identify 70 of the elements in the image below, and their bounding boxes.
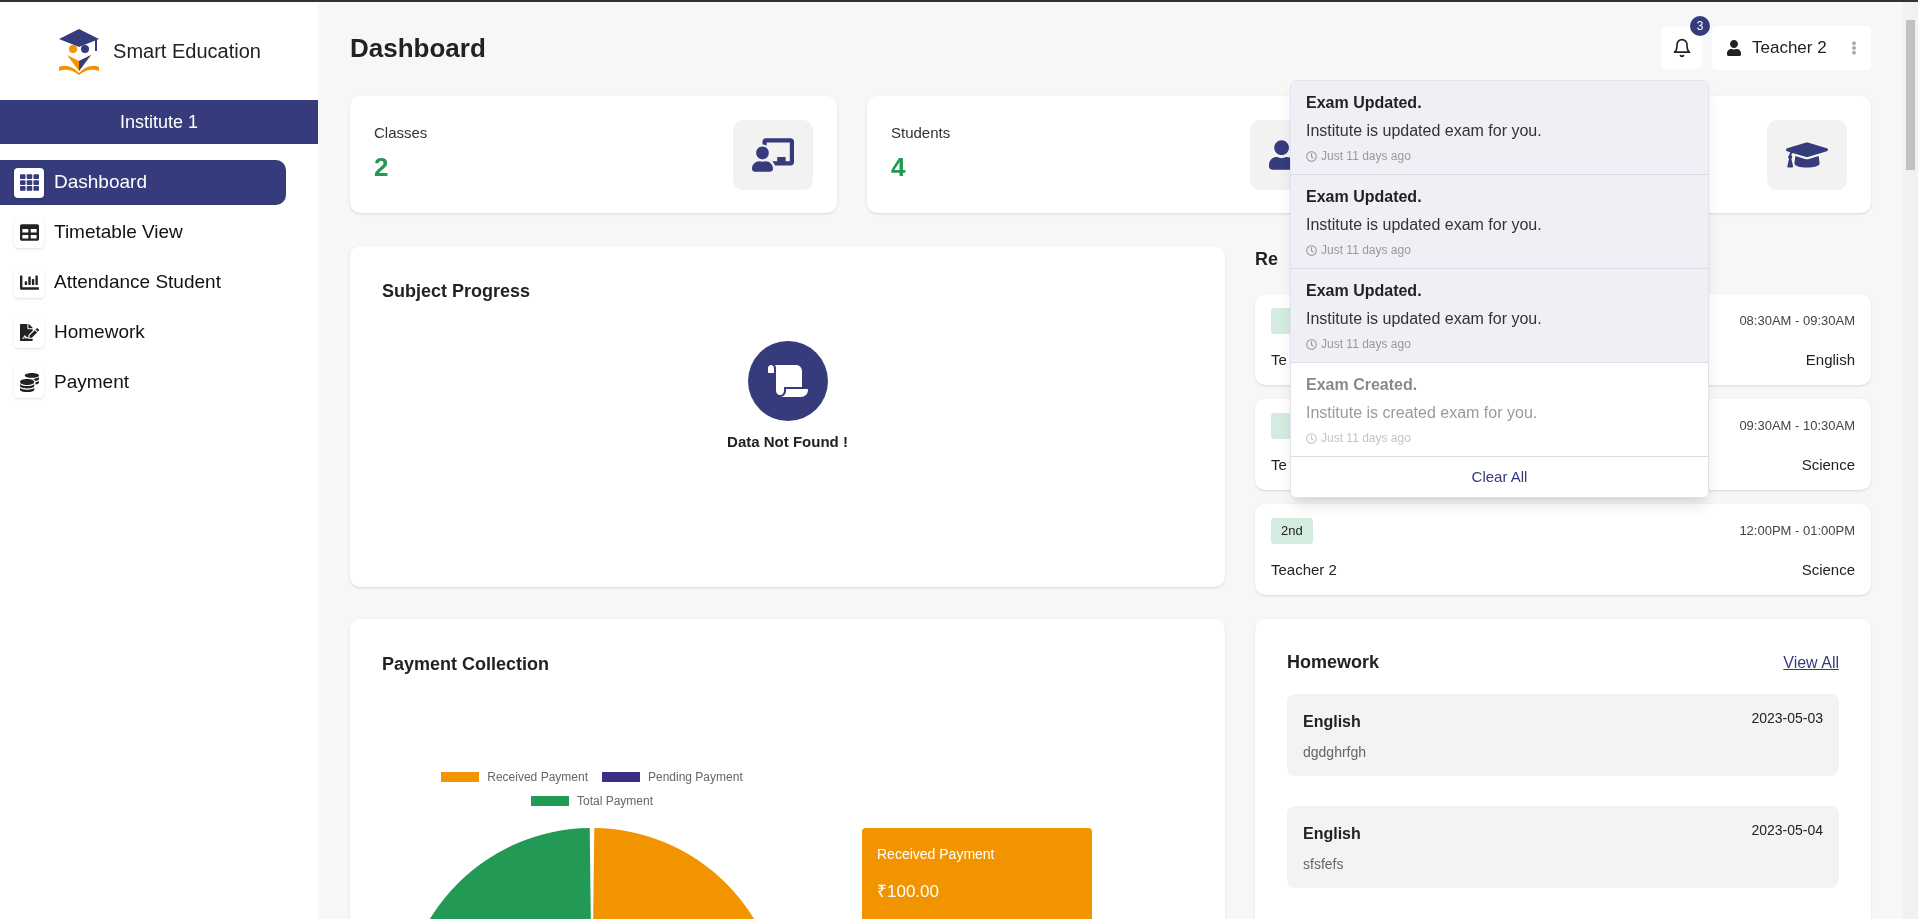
notification-message: Institute is updated exam for you. [1306, 309, 1543, 329]
view-all-link[interactable]: View All [1783, 650, 1839, 675]
notification-item[interactable]: Exam Updated. Institute is updated exam for you. Just 11 days ago [1291, 175, 1708, 269]
notification-title: Exam Updated. [1306, 93, 1423, 113]
sidebar-item[interactable]: Homework [0, 310, 286, 355]
legend-label: Total Payment [576, 793, 653, 810]
card-title: Payment Collection [382, 653, 551, 676]
homework-subject: English [1303, 824, 1361, 844]
notification-count-badge: 3 [1690, 16, 1710, 36]
stat-label: Classes [374, 122, 428, 143]
legend-label: Pending Payment [648, 769, 743, 786]
clock-icon [1306, 338, 1317, 350]
menu-icon [14, 367, 44, 398]
lecture-time: 09:30AM - 10:30AM [1739, 417, 1855, 436]
homework-description: sfsfefs [1303, 855, 1345, 874]
notification-message: Institute is created exam for you. [1306, 403, 1539, 423]
notification-message: Institute is updated exam for you. [1306, 215, 1543, 235]
user-icon [1726, 40, 1742, 56]
notification-item[interactable]: Exam Updated. Institute is updated exam for you. Just 11 days ago [1291, 81, 1708, 175]
user-menu-button[interactable]: Teacher 2 [1712, 26, 1871, 70]
clear-all-button[interactable]: Clear All [1291, 457, 1708, 497]
lecture-time: 08:30AM - 09:30AM [1739, 312, 1855, 331]
homework-date: 2023-05-03 [1751, 709, 1823, 728]
stat-label: Students [891, 122, 951, 143]
card-title: Homework [1287, 651, 1380, 674]
stat-value: 4 [891, 151, 907, 185]
summary-amount: ₹100.00 [877, 881, 940, 903]
summary-label: Received Payment [877, 845, 996, 864]
bell-icon [1672, 38, 1692, 58]
legend-label: Received Payment [487, 769, 588, 786]
homework-subject: English [1303, 712, 1362, 732]
notification-time: Just 11 days ago [1321, 430, 1411, 447]
menu-icon [14, 167, 44, 198]
stat-icon [733, 119, 813, 190]
notification-time: Just 11 days ago [1321, 148, 1411, 165]
sidebar-item[interactable]: Dashboard [0, 160, 286, 205]
teacher-name: Teacher 2 [1271, 559, 1337, 580]
stat-icon [1767, 119, 1847, 190]
subject-name: Science [1801, 559, 1855, 580]
teacher-name: Te [1271, 349, 1287, 370]
page-title: Dashboard [350, 31, 486, 65]
clock-icon [1306, 244, 1317, 256]
section-title: Re [1255, 248, 1278, 271]
brand-name: Smart Education [113, 39, 261, 64]
institute-banner: Institute 1 [0, 100, 318, 144]
notification-time: Just 11 days ago [1321, 242, 1411, 259]
clock-icon [1306, 432, 1317, 444]
stat-value: 2 [374, 151, 390, 185]
menu-icon [14, 217, 44, 248]
notification-item[interactable]: Exam Updated. Institute is updated exam for you. Just 11 days ago [1291, 269, 1708, 363]
clock-icon [1306, 150, 1317, 162]
homework-description: dgdghrfgh [1303, 743, 1367, 762]
notification-message: Institute is updated exam for you. [1306, 121, 1543, 141]
class-badge: 2nd [1271, 518, 1313, 544]
notification-time: Just 11 days ago [1321, 336, 1411, 353]
sidebar-item[interactable]: Timetable View [0, 210, 286, 255]
notification-title: Exam Created. [1306, 375, 1419, 395]
empty-message: Data Not Found ! [727, 432, 848, 452]
menu-icon [14, 317, 44, 348]
sidebar-item[interactable]: Attendance Student [0, 260, 286, 305]
subject-name: English [1805, 349, 1855, 370]
teacher-name: Te [1271, 454, 1287, 475]
homework-date: 2023-05-04 [1751, 821, 1823, 840]
notification-title: Exam Updated. [1306, 281, 1423, 301]
subject-name: Science [1801, 454, 1855, 475]
sidebar-item[interactable]: Payment [0, 360, 286, 405]
lecture-time: 12:00PM - 01:00PM [1739, 522, 1855, 541]
card-title: Subject Progress [382, 280, 532, 303]
notification-title: Exam Updated. [1306, 187, 1423, 207]
menu-icon [14, 267, 44, 298]
